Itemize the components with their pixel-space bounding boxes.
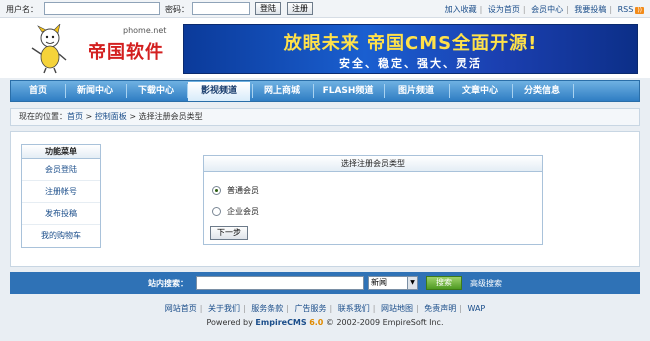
nav-item-video[interactable]: 影视频道 xyxy=(188,82,250,101)
link-rss[interactable]: RSS xyxy=(618,5,634,14)
footer-link-sitemap[interactable]: 网站地图 xyxy=(381,304,413,313)
footer-link-about[interactable]: 关于我们 xyxy=(208,304,240,313)
mascot-icon xyxy=(31,24,67,74)
option-enterprise-member[interactable]: 企业会员 xyxy=(212,206,259,218)
footer-link-ads[interactable]: 广告服务 xyxy=(294,304,326,313)
menu-title: 功能菜单 xyxy=(22,145,100,159)
footer-link-contact[interactable]: 联系我们 xyxy=(338,304,370,313)
breadcrumb-prefix: 现在的位置： xyxy=(19,112,67,121)
powered-prefix: Powered by xyxy=(206,318,256,327)
powered-brand[interactable]: EmpireCMS xyxy=(255,318,306,327)
site-search-bar: 站内搜索： 新闻 ▼ 搜索 高级搜索 xyxy=(10,272,640,294)
nav-item-article[interactable]: 文章中心 xyxy=(450,81,510,101)
search-category-select[interactable]: 新闻 ▼ xyxy=(368,276,418,290)
top-bar: 用户名： 密码： 登陆 注册 加入收藏 | 设为首页 | 会员中心 | 我要投稿 | R… xyxy=(0,0,650,18)
copyright-text: © 2002-2009 EmpireSoft Inc. xyxy=(325,318,444,327)
password-input[interactable] xyxy=(192,2,250,15)
breadcrumb-control-panel[interactable]: 控制面板 xyxy=(95,112,127,121)
footer-link-home[interactable]: 网站首页 xyxy=(165,304,197,313)
footer-link-terms[interactable]: 服务条款 xyxy=(251,304,283,313)
banner-subline: 安全、稳定、强大、灵活 xyxy=(339,57,482,70)
link-member-center[interactable]: 会员中心 xyxy=(531,5,563,14)
footer-link-disclaimer[interactable]: 免责声明 xyxy=(424,304,456,313)
radio-enterprise[interactable] xyxy=(212,207,221,216)
option-label: 普通会员 xyxy=(227,186,259,195)
breadcrumb: 现在的位置：首页 > 控制面板 > 选择注册会员类型 xyxy=(10,108,640,126)
username-input[interactable] xyxy=(44,2,160,15)
breadcrumb-sep: > xyxy=(126,112,139,121)
nav-item-classified[interactable]: 分类信息 xyxy=(513,81,571,101)
banner-headline: 放眼未来 帝国CMS全面开源! xyxy=(283,33,538,54)
option-regular-member[interactable]: 普通会员 xyxy=(212,185,259,197)
breadcrumb-current: 选择注册会员类型 xyxy=(138,112,203,121)
link-submit[interactable]: 我要投稿 xyxy=(574,5,606,14)
main-nav: 首页 新闻中心 下载中心 影视频道 网上商城 FLASH频道 图片频道 文章中心… xyxy=(10,80,640,102)
page: 用户名： 密码： 登陆 注册 加入收藏 | 设为首页 | 会员中心 | 我要投稿 | R… xyxy=(0,0,650,341)
next-step-button[interactable]: 下一步 xyxy=(210,226,248,240)
member-type-panel: 选择注册会员类型 普通会员 企业会员 下一步 xyxy=(203,155,543,245)
chevron-down-icon[interactable]: ▼ xyxy=(407,277,417,289)
copyright: Powered by EmpireCMS 6.0 © 2002-2009 Emp… xyxy=(0,318,650,327)
breadcrumb-home[interactable]: 首页 xyxy=(67,112,83,121)
option-label: 企业会员 xyxy=(227,207,259,216)
password-label: 密码： xyxy=(165,5,189,14)
footer-link-wap[interactable]: WAP xyxy=(467,304,485,313)
top-links: 加入收藏 | 设为首页 | 会员中心 | 我要投稿 | RSS)) xyxy=(444,5,644,14)
advanced-search-link[interactable]: 高级搜索 xyxy=(470,278,502,289)
nav-item-shop[interactable]: 网上商城 xyxy=(253,81,311,101)
login-button[interactable]: 登陆 xyxy=(255,2,281,15)
nav-item-home[interactable]: 首页 xyxy=(13,81,63,101)
link-set-homepage[interactable]: 设为首页 xyxy=(488,5,520,14)
panel-title: 选择注册会员类型 xyxy=(204,156,542,172)
radio-regular[interactable] xyxy=(212,186,221,195)
search-input[interactable] xyxy=(196,276,364,290)
username-label: 用户名： xyxy=(6,5,38,14)
logo-domain: phome.net xyxy=(123,26,167,35)
search-button[interactable]: 搜索 xyxy=(426,276,462,290)
link-add-favorite[interactable]: 加入收藏 xyxy=(445,5,477,14)
banner-ad[interactable]: 放眼未来 帝国CMS全面开源! 安全、稳定、强大、灵活 xyxy=(183,24,638,74)
function-menu: 功能菜单 会员登陆 注册帐号 发布投稿 我的购物车 xyxy=(21,144,101,248)
menu-item-register[interactable]: 注册帐号 xyxy=(22,181,100,203)
menu-item-login[interactable]: 会员登陆 xyxy=(22,159,100,181)
nav-item-photo[interactable]: 图片频道 xyxy=(385,81,447,101)
header: phome.net 帝国软件 放眼未来 帝国CMS全面开源! 安全、稳定、强大、… xyxy=(0,18,650,78)
search-category-value: 新闻 xyxy=(371,278,387,287)
footer-links: 网站首页 | 关于我们 | 服务条款 | 广告服务 | 联系我们 | 网站地图 | 免责声明… xyxy=(164,304,486,313)
nav-item-flash[interactable]: FLASH频道 xyxy=(314,81,382,101)
menu-item-post[interactable]: 发布投稿 xyxy=(22,203,100,225)
nav-item-news[interactable]: 新闻中心 xyxy=(66,81,124,101)
logo-text: 帝国软件 xyxy=(88,42,164,63)
site-logo[interactable]: phome.net 帝国软件 xyxy=(28,24,168,74)
rss-icon[interactable]: )) xyxy=(635,7,644,14)
search-label: 站内搜索： xyxy=(148,279,188,288)
menu-item-cart[interactable]: 我的购物车 xyxy=(22,225,100,247)
breadcrumb-sep: > xyxy=(83,112,95,121)
nav-item-download[interactable]: 下载中心 xyxy=(127,81,185,101)
powered-version: 6.0 xyxy=(309,318,324,327)
register-button[interactable]: 注册 xyxy=(287,2,313,15)
main-content: 功能菜单 会员登陆 注册帐号 发布投稿 我的购物车 选择注册会员类型 普通会员 … xyxy=(10,131,640,267)
